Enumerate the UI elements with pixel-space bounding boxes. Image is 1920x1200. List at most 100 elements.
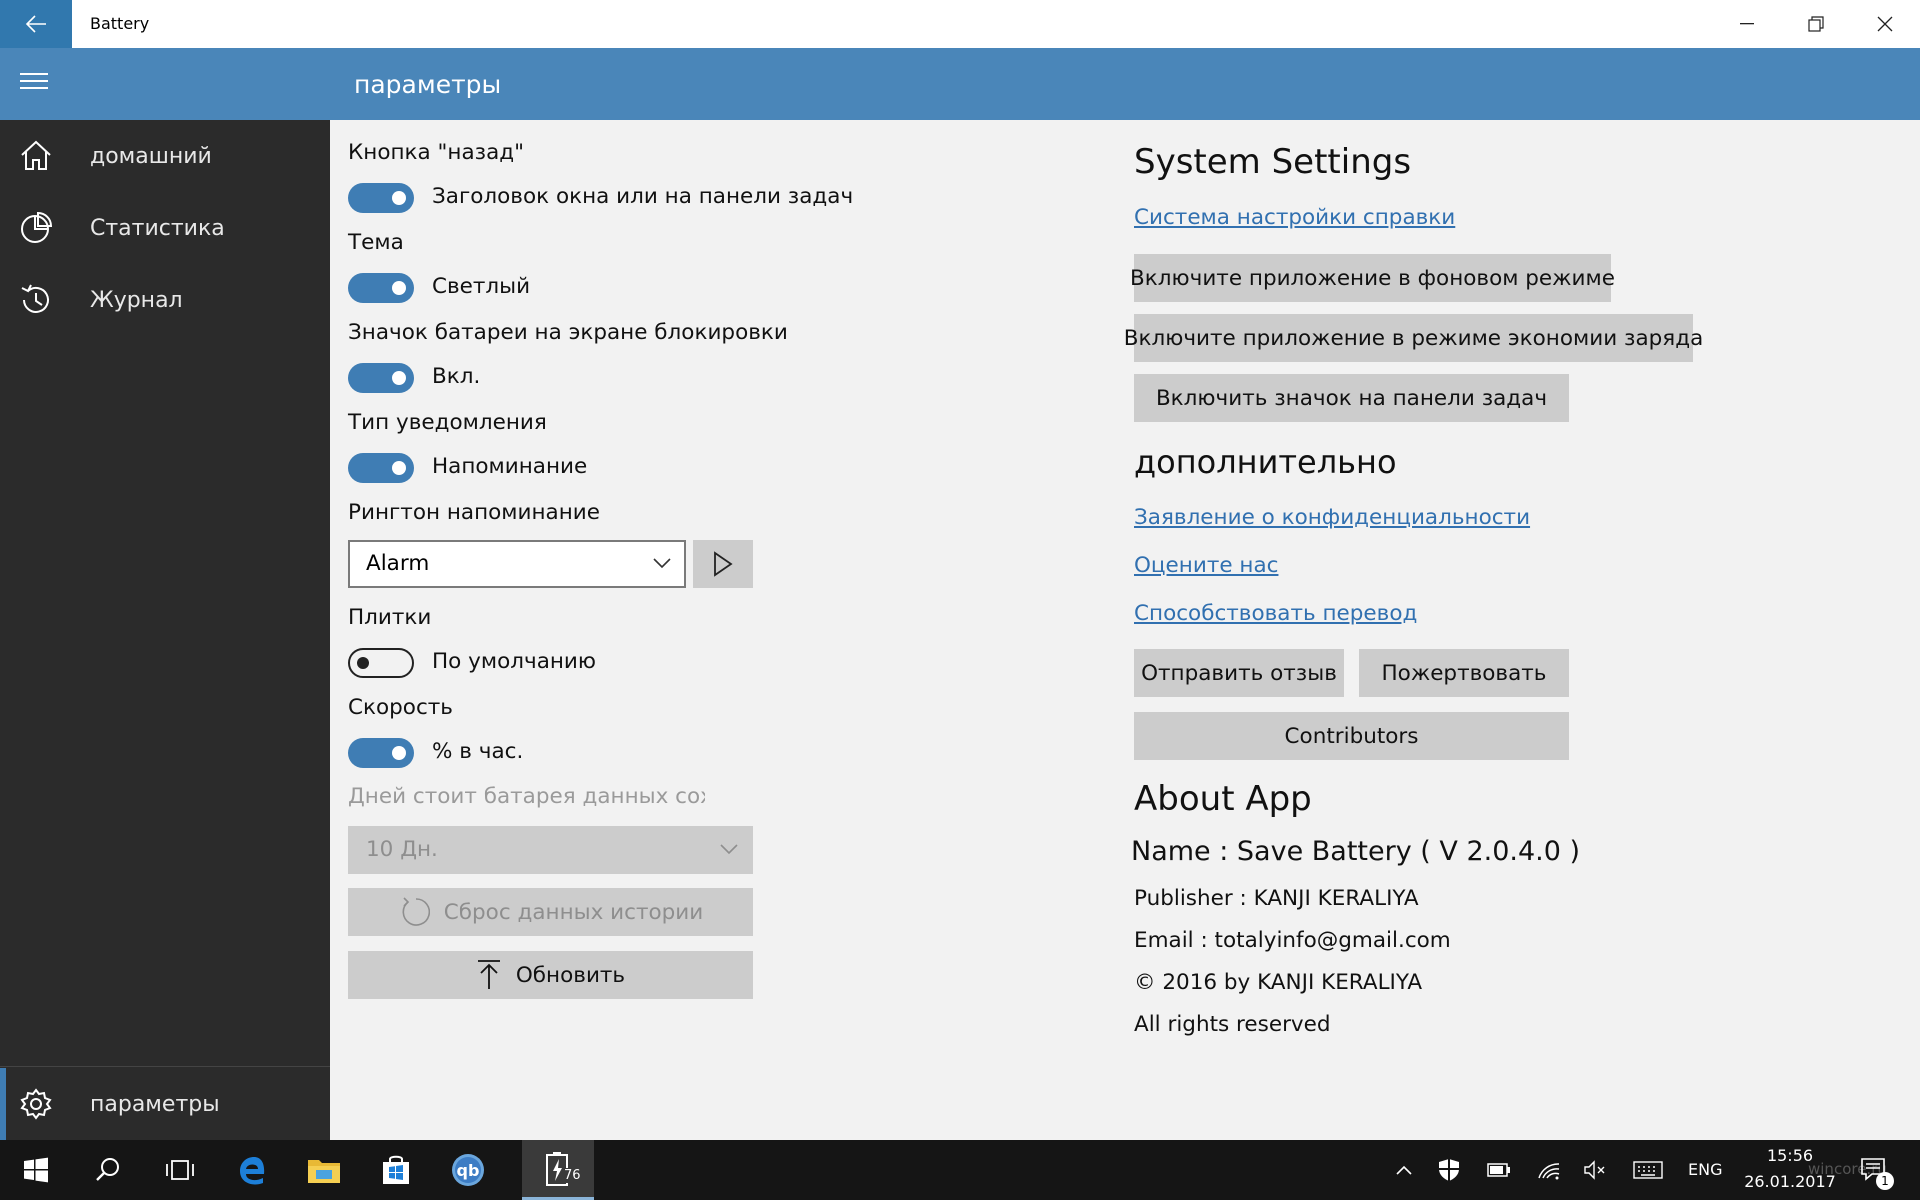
app-email: Email : totalyinfo@gmail.com [1134,928,1451,953]
speed-toggle-text: % в час. [432,739,524,764]
volume-muted-icon [1584,1160,1605,1180]
sidebar-item-settings[interactable]: параметры [0,1068,330,1140]
chevron-down-icon [653,558,671,569]
sidebar-item-label: домашний [90,143,212,169]
home-icon [21,140,51,170]
additional-heading: дополнительно [1134,443,1397,481]
about-app-heading: About App [1134,779,1312,819]
app-rights: All rights reserved [1134,1012,1331,1037]
enable-background-button[interactable]: Включите приложение в фоновом режиме [1130,254,1615,302]
reset-history-button[interactable]: Сброс данных истории [348,888,753,936]
sidebar-item-statistics[interactable]: Статистика [0,192,330,264]
send-feedback-button[interactable]: Отправить отзыв [1134,649,1344,697]
update-button[interactable]: Обновить [348,951,753,999]
notification-type-toggle[interactable] [348,453,414,483]
play-icon [714,551,733,577]
restore-icon [1807,16,1824,32]
tray-overflow-button[interactable] [1392,1140,1416,1200]
contribute-translation-link[interactable]: Способствовать перевод [1134,601,1417,626]
minimize-button[interactable] [1712,0,1781,48]
store-icon [383,1155,409,1184]
history-days-select[interactable]: 10 Дн. [348,826,753,874]
folder-icon [308,1160,340,1183]
play-ringtone-button[interactable] [693,540,753,588]
taskbar-edge[interactable] [216,1140,288,1200]
shield-icon [1439,1159,1459,1181]
taskbar-battery-app[interactable]: 76 [522,1140,594,1200]
update-label: Обновить [515,962,626,988]
windows-logo-icon [24,1157,48,1183]
system-settings-heading: System Settings [1134,142,1412,182]
close-icon [1877,16,1892,32]
qbittorrent-icon: qb [452,1154,484,1186]
history-icon [21,284,49,313]
sidebar-item-home[interactable]: домашний [0,120,330,192]
task-view-icon [166,1160,194,1180]
back-button-toggle[interactable] [348,183,414,213]
pie-chart-icon [21,211,53,243]
theme-label: Тема [348,230,404,255]
sidebar-item-label: параметры [90,1091,220,1117]
svg-text:qb: qb [457,1161,480,1180]
restore-button[interactable] [1781,0,1850,48]
notification-type-toggle-text: Напоминание [432,454,588,479]
enable-battery-saver-button[interactable]: Включите приложение в режиме экономии за… [1124,314,1703,362]
sidebar-item-label: Журнал [90,287,183,313]
task-view-button[interactable] [144,1140,216,1200]
action-center-button[interactable]: 1 [1854,1140,1894,1200]
contributors-button[interactable]: Contributors [1134,712,1569,760]
app-publisher: Publisher : KANJI KERALIYA [1134,886,1419,911]
start-button[interactable] [0,1140,72,1200]
donate-button[interactable]: Пожертвовать [1359,649,1569,697]
refresh-icon [402,897,430,926]
lock-screen-badge-label: Значок батареи на экране блокировки [348,320,788,345]
rate-us-link[interactable]: Оцените нас [1134,553,1278,578]
back-button[interactable] [0,0,72,48]
help-settings-link[interactable]: Система настройки справки [1134,205,1455,230]
tray-defender[interactable] [1434,1140,1464,1200]
keyboard-icon [1633,1161,1663,1179]
input-language[interactable]: ENG [1688,1140,1722,1200]
reset-history-label: Сброс данных истории [443,899,704,925]
menu-button[interactable] [18,70,54,100]
sidebar-item-journal[interactable]: Журнал [0,264,330,336]
back-button-setting-label: Кнопка "назад" [348,140,525,165]
enable-taskbar-icon-button[interactable]: Включить значок на панели задач [1134,374,1569,422]
taskbar: qb 76 ENG 15:56 26.01.2017 wincore.ru 1 [0,1140,1920,1200]
ringtone-selected-value: Alarm [366,551,430,576]
privacy-link[interactable]: Заявление о конфиденциальности [1134,505,1530,530]
tray-battery[interactable] [1484,1140,1514,1200]
notification-type-label: Тип уведомления [348,410,547,435]
tray-keyboard[interactable] [1630,1140,1666,1200]
app-copyright: © 2016 by KANJI KERALIYA [1134,970,1423,995]
search-button[interactable] [72,1140,144,1200]
page-header: параметры [0,48,1920,120]
close-button[interactable] [1850,0,1919,48]
edge-browser-icon [240,1157,265,1185]
ringtone-select[interactable]: Alarm [348,540,686,588]
taskbar-file-explorer[interactable] [288,1140,360,1200]
taskbar-qbittorrent[interactable]: qb [432,1140,504,1200]
gear-icon [20,1088,52,1120]
tray-volume[interactable] [1580,1140,1610,1200]
battery-percent-badge: 76 [562,1168,583,1183]
sidebar: домашний Статистика Журнал параметры [0,120,330,1140]
back-arrow-icon [25,15,46,33]
history-days-selected-value: 10 Дн. [366,837,438,862]
back-button-toggle-text: Заголовок окна или на панели задач [432,184,854,209]
speed-label: Скорость [348,695,453,720]
taskbar-store[interactable] [360,1140,432,1200]
tray-wifi[interactable] [1534,1140,1564,1200]
sidebar-divider [0,1066,330,1067]
upload-icon [477,960,500,989]
search-icon [96,1158,119,1181]
app-name: Name : Save Battery ( V 2.0.4.0 ) [1131,836,1581,867]
window-title: Battery [90,14,150,33]
ringtone-label: Рингтон напоминание [348,500,600,525]
lock-screen-badge-toggle[interactable] [348,363,414,393]
lock-screen-badge-toggle-text: Вкл. [432,364,481,389]
notification-count-badge: 1 [1876,1172,1894,1190]
tiles-toggle[interactable] [348,648,414,678]
speed-toggle[interactable] [348,738,414,768]
theme-toggle[interactable] [348,273,414,303]
